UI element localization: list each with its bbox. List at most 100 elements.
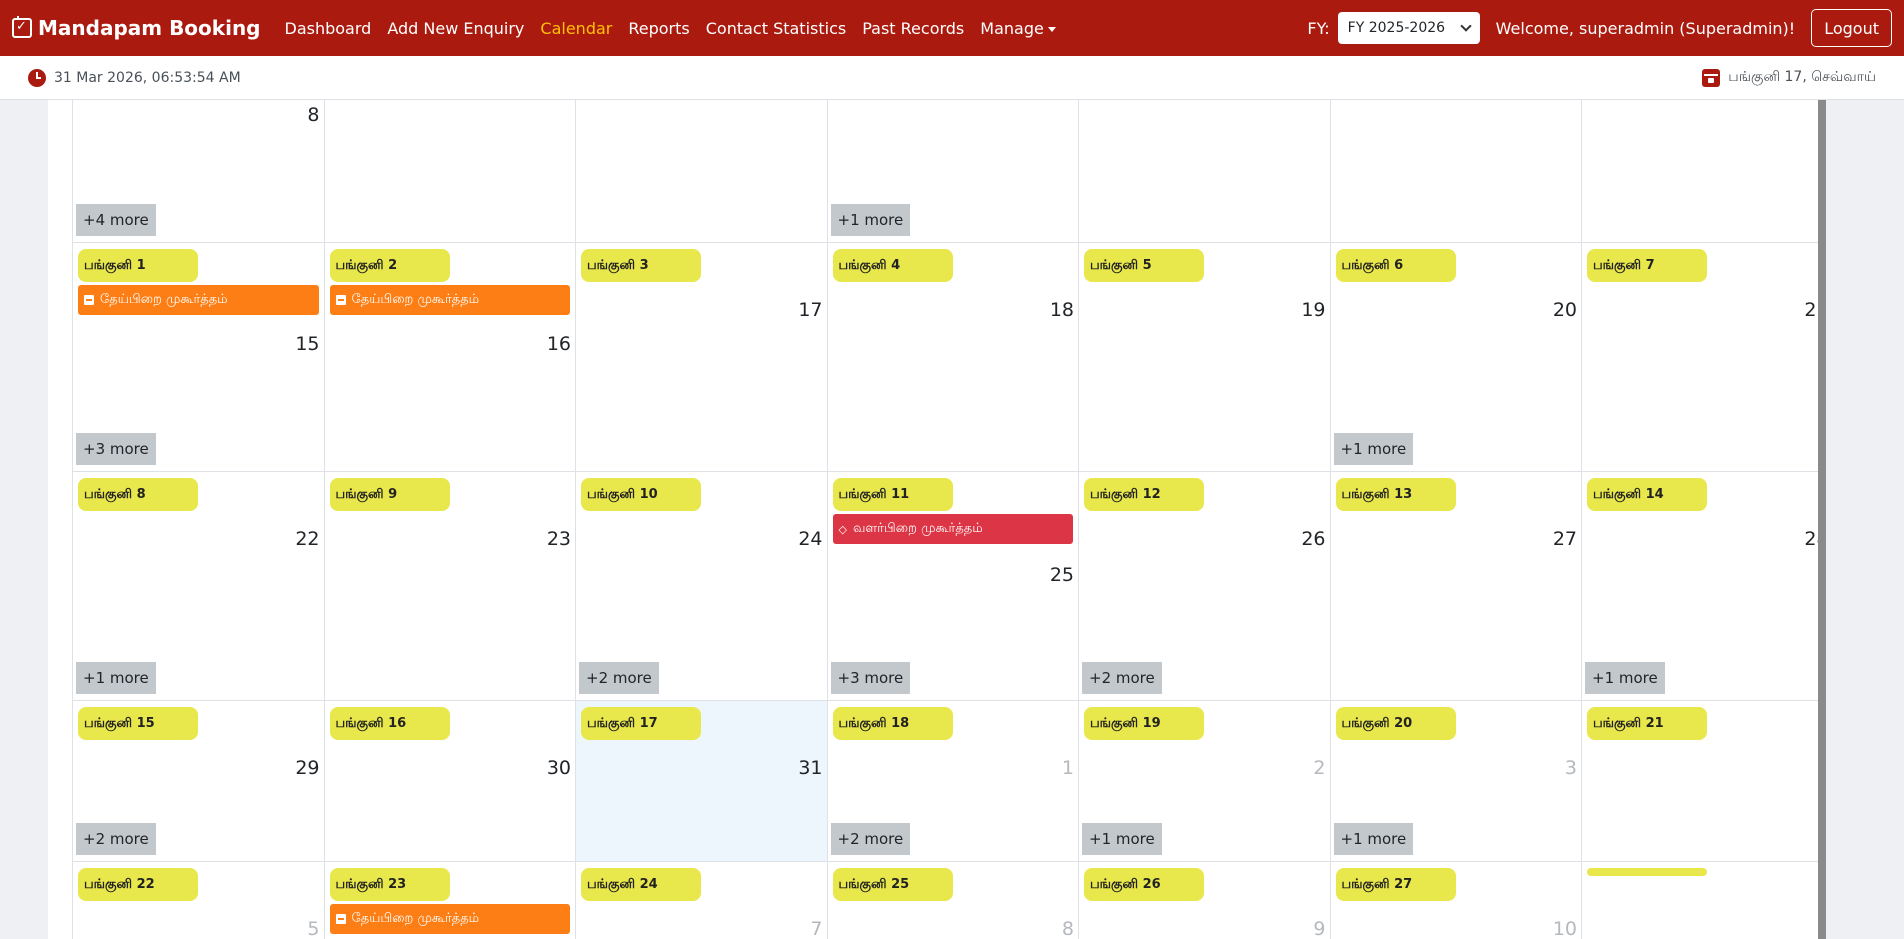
calendar-day[interactable]: பங்குனி 24 7 bbox=[575, 862, 827, 939]
more-events-button[interactable]: +2 more bbox=[1082, 662, 1162, 694]
calendar-day[interactable]: பங்குனி 9 23 bbox=[323, 472, 576, 700]
event-muhurtham[interactable]: தேய்பிறை முகூர்த்தம் bbox=[329, 904, 570, 934]
calendar-day[interactable]: பங்குனி 721 bbox=[1581, 243, 1824, 471]
calendar-day[interactable] bbox=[1329, 100, 1582, 242]
tamil-date-badge[interactable]: பங்குனி 10 bbox=[581, 478, 701, 511]
tamil-date-badge[interactable]: பங்குனி 26 bbox=[1084, 868, 1204, 901]
tamil-date-badge[interactable]: பங்குனி 18 bbox=[832, 707, 953, 740]
calendar-day[interactable]: பங்குனி 20 3 +1 more bbox=[1329, 701, 1582, 861]
tamil-date-badge[interactable]: பங்குனி 1 bbox=[78, 249, 198, 282]
tamil-date-badge[interactable]: பங்குனி 5 bbox=[1084, 249, 1204, 282]
calendar-day[interactable] bbox=[1581, 100, 1824, 242]
calendar-day[interactable]: பங்குனி 1 தேய்பிறை முகூர்த்தம் 15 +3 more bbox=[72, 243, 324, 471]
tamil-date-badge[interactable]: பங்குனி 27 bbox=[1335, 868, 1456, 901]
calendar-day[interactable]: பங்குனி 1428+1 more bbox=[1581, 472, 1824, 700]
tamil-date-badge[interactable] bbox=[1587, 868, 1707, 876]
fy-select-value: FY 2025-2026 bbox=[1347, 20, 1446, 36]
more-events-button[interactable]: +3 more bbox=[830, 662, 911, 694]
calendar-week: பங்குனி 1 தேய்பிறை முகூர்த்தம் 15 +3 more பங… bbox=[72, 243, 1824, 472]
calendar-day[interactable]: பங்குனி 6 20 +1 more bbox=[1329, 243, 1582, 471]
calendar-day[interactable] bbox=[1581, 862, 1824, 939]
more-events-button[interactable]: +1 more bbox=[1585, 662, 1665, 694]
calendar-day[interactable]: பங்குனி 11 ◇ வளர்பிறை முகூர்த்தம் 25 +3 more bbox=[826, 472, 1079, 700]
calendar-day[interactable]: பங்குனி 25 8 bbox=[826, 862, 1079, 939]
tamil-date-badge[interactable]: பங்குனி 22 bbox=[78, 868, 198, 901]
nav-calendar[interactable]: Calendar bbox=[540, 19, 612, 38]
calendar-day[interactable]: பங்குனி 2 தேய்பிறை முகூர்த்தம் 16 bbox=[323, 243, 576, 471]
tamil-date-badge[interactable]: பங்குனி 12 bbox=[1084, 478, 1204, 511]
nav-manage-dropdown[interactable]: Manage bbox=[980, 19, 1056, 38]
nav-add-new-enquiry[interactable]: Add New Enquiry bbox=[387, 19, 524, 38]
tamil-date-badge[interactable]: பங்குனி 4 bbox=[832, 249, 953, 282]
tamil-date-badge[interactable]: பங்குனி 7 bbox=[1587, 249, 1707, 282]
calendar-day[interactable]: பங்குனி 16 30 bbox=[323, 701, 576, 861]
more-events-button[interactable]: +4 more bbox=[76, 204, 156, 236]
tamil-date-badge[interactable]: பங்குனி 11 bbox=[832, 478, 953, 511]
tamil-date-badge[interactable]: பங்குனி 21 bbox=[1587, 707, 1707, 740]
event-muhurtham[interactable]: ◇ வளர்பிறை முகூர்த்தம் bbox=[832, 514, 1073, 544]
calendar-day[interactable]: பங்குனி 21 bbox=[1581, 701, 1824, 861]
brand-title: Mandapam Booking bbox=[38, 16, 261, 40]
nav-reports[interactable]: Reports bbox=[628, 19, 689, 38]
calendar-day[interactable] bbox=[323, 100, 576, 242]
calendar-day[interactable]: பங்குனி 15 29 +2 more bbox=[72, 701, 324, 861]
more-events-button[interactable]: +1 more bbox=[830, 204, 911, 236]
tamil-date-badge[interactable]: பங்குனி 9 bbox=[329, 478, 450, 511]
calendar-day[interactable] bbox=[575, 100, 827, 242]
calendar-day[interactable]: பங்குனி 8 22 +1 more bbox=[72, 472, 324, 700]
calendar-day[interactable]: பங்குனி 5 19 bbox=[1078, 243, 1330, 471]
more-events-button[interactable]: +2 more bbox=[830, 823, 911, 855]
nav-past-records[interactable]: Past Records bbox=[862, 19, 964, 38]
logout-button[interactable]: Logout bbox=[1811, 9, 1892, 47]
tamil-date-badge[interactable]: பங்குனி 14 bbox=[1587, 478, 1707, 511]
tamil-date-badge[interactable]: பங்குனி 25 bbox=[832, 868, 953, 901]
calendar-day[interactable]: பங்குனி 3 17 bbox=[575, 243, 827, 471]
more-events-button[interactable]: +1 more bbox=[76, 662, 156, 694]
tamil-date-badge[interactable]: பங்குனி 8 bbox=[78, 478, 198, 511]
calendar-day[interactable]: பங்குனி 13 27 bbox=[1329, 472, 1582, 700]
calendar-day[interactable]: பங்குனி 27 10 bbox=[1329, 862, 1582, 939]
calendar-day[interactable]: பங்குனி 12 26 +2 more bbox=[1078, 472, 1330, 700]
more-events-button[interactable]: +1 more bbox=[1333, 823, 1414, 855]
calendar-event-icon bbox=[84, 295, 94, 305]
tamil-date-badge[interactable]: பங்குனி 15 bbox=[78, 707, 198, 740]
tamil-date-badge[interactable]: பங்குனி 20 bbox=[1335, 707, 1456, 740]
tamil-date-badge[interactable]: பங்குனி 2 bbox=[329, 249, 450, 282]
calendar-day[interactable] bbox=[1078, 100, 1330, 242]
vertical-scrollbar[interactable] bbox=[1818, 100, 1826, 939]
tamil-date-badge[interactable]: பங்குனி 3 bbox=[581, 249, 701, 282]
calendar-day[interactable]: பங்குனி 18 1 +2 more bbox=[826, 701, 1079, 861]
calendar-day[interactable]: 8 +4 more bbox=[72, 100, 324, 242]
brand[interactable]: Mandapam Booking bbox=[12, 16, 261, 40]
day-number: 9 bbox=[1313, 918, 1326, 939]
more-events-button[interactable]: +2 more bbox=[76, 823, 156, 855]
day-number: 5 bbox=[307, 918, 320, 939]
day-number: 8 bbox=[307, 104, 320, 126]
tamil-date-badge[interactable]: பங்குனி 16 bbox=[329, 707, 450, 740]
calendar-day[interactable]: பங்குனி 4 18 bbox=[826, 243, 1079, 471]
more-events-button[interactable]: +3 more bbox=[76, 433, 156, 465]
calendar-day[interactable]: பங்குனி 19 2 +1 more bbox=[1078, 701, 1330, 861]
calendar-day[interactable]: பங்குனி 22 5 bbox=[72, 862, 324, 939]
event-muhurtham[interactable]: தேய்பிறை முகூர்த்தம் bbox=[78, 285, 319, 315]
calendar-day[interactable]: +1 more bbox=[826, 100, 1079, 242]
tamil-date-badge[interactable]: பங்குனி 24 bbox=[581, 868, 701, 901]
more-events-button[interactable]: +1 more bbox=[1082, 823, 1162, 855]
nav-dashboard[interactable]: Dashboard bbox=[285, 19, 372, 38]
day-number: 23 bbox=[546, 528, 571, 550]
tamil-date-badge[interactable]: பங்குனி 17 bbox=[581, 707, 701, 740]
event-muhurtham[interactable]: தேய்பிறை முகூர்த்தம் bbox=[329, 285, 570, 315]
calendar-day[interactable]: பங்குனி 23 தேய்பிறை முகூர்த்தம் bbox=[323, 862, 576, 939]
more-events-button[interactable]: +2 more bbox=[579, 662, 659, 694]
tamil-date-badge[interactable]: பங்குனி 6 bbox=[1335, 249, 1456, 282]
calendar-day-today[interactable]: பங்குனி 17 31 bbox=[575, 701, 827, 861]
calendar-week: பங்குனி 15 29 +2 more பங்குனி 16 30 பங்குனி 1… bbox=[72, 701, 1824, 862]
nav-contact-statistics[interactable]: Contact Statistics bbox=[706, 19, 846, 38]
fy-select[interactable]: FY 2025-2026 bbox=[1337, 12, 1480, 44]
calendar-day[interactable]: பங்குனி 10 24 +2 more bbox=[575, 472, 827, 700]
tamil-date-badge[interactable]: பங்குனி 19 bbox=[1084, 707, 1204, 740]
more-events-button[interactable]: +1 more bbox=[1333, 433, 1414, 465]
tamil-date-badge[interactable]: பங்குனி 23 bbox=[329, 868, 450, 901]
calendar-day[interactable]: பங்குனி 26 9 bbox=[1078, 862, 1330, 939]
tamil-date-badge[interactable]: பங்குனி 13 bbox=[1335, 478, 1456, 511]
